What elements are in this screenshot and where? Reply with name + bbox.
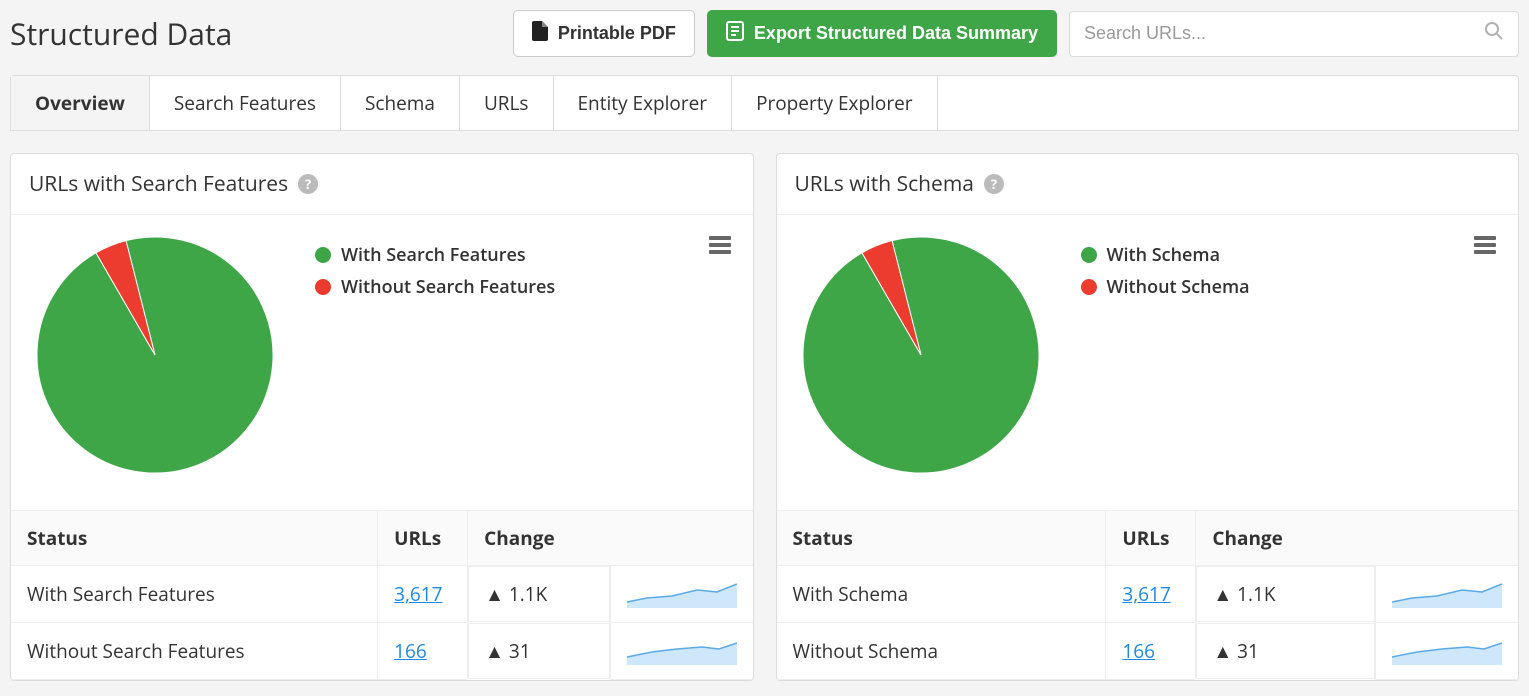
- url-count-link[interactable]: 166: [1122, 638, 1155, 664]
- col-change: Change: [1196, 511, 1518, 566]
- panel-title: URLs with Schema: [795, 170, 974, 198]
- sparkline: [610, 566, 753, 623]
- status-cell: Without Schema: [777, 623, 1106, 680]
- tab-overview[interactable]: Overview: [11, 76, 150, 130]
- legend-label: Without Search Features: [341, 275, 555, 299]
- tab-search-features[interactable]: Search Features: [150, 76, 341, 130]
- col-change: Change: [468, 511, 753, 566]
- change-cell: ▲ 31: [1196, 623, 1375, 679]
- change-cell: ▲ 1.1K: [468, 566, 609, 622]
- export-icon: [726, 21, 744, 46]
- status-cell: Without Search Features: [11, 623, 378, 680]
- url-count-link[interactable]: 166: [394, 638, 427, 664]
- sparkline: [1376, 623, 1519, 680]
- chart-menu-icon[interactable]: [709, 233, 731, 257]
- legend-dot-icon: [1081, 279, 1097, 295]
- pie-chart-search-features: [35, 235, 275, 480]
- legend-label: With Schema: [1107, 243, 1221, 267]
- tabs: Overview Search Features Schema URLs Ent…: [10, 75, 1519, 131]
- url-count-link[interactable]: 3,617: [394, 581, 442, 607]
- pie-chart-schema: [801, 235, 1041, 480]
- tab-schema[interactable]: Schema: [341, 76, 460, 130]
- search-icon: [1484, 21, 1504, 46]
- legend-dot-icon: [315, 279, 331, 295]
- tab-entity-explorer[interactable]: Entity Explorer: [554, 76, 733, 130]
- tab-urls[interactable]: URLs: [460, 76, 554, 130]
- printable-pdf-button[interactable]: Printable PDF: [513, 10, 695, 57]
- page-title: Structured Data: [10, 13, 232, 54]
- panel-search-features: URLs with Search Features ? With Search …: [10, 153, 754, 681]
- search-input[interactable]: [1084, 23, 1484, 44]
- url-count-link[interactable]: 3,617: [1122, 581, 1170, 607]
- sparkline: [610, 623, 753, 680]
- panel-schema: URLs with Schema ? With Schema Without S…: [776, 153, 1520, 681]
- stats-table: Status URLs Change With Search Features …: [11, 510, 753, 680]
- status-cell: With Schema: [777, 566, 1106, 623]
- col-urls: URLs: [1106, 511, 1196, 566]
- col-urls: URLs: [378, 511, 468, 566]
- chart-menu-icon[interactable]: [1474, 233, 1496, 257]
- help-icon[interactable]: ?: [298, 174, 318, 194]
- change-cell: ▲ 1.1K: [1196, 566, 1375, 622]
- export-summary-button[interactable]: Export Structured Data Summary: [707, 10, 1057, 57]
- tab-property-explorer[interactable]: Property Explorer: [732, 76, 937, 130]
- legend-label: With Search Features: [341, 243, 526, 267]
- col-status: Status: [11, 511, 378, 566]
- button-label: Export Structured Data Summary: [754, 23, 1038, 44]
- file-icon: [532, 21, 548, 46]
- col-status: Status: [777, 511, 1106, 566]
- legend-label: Without Schema: [1107, 275, 1250, 299]
- change-cell: ▲ 31: [468, 623, 609, 679]
- table-row: With Search Features 3,617 ▲ 1.1K: [11, 566, 753, 623]
- table-row: Without Search Features 166 ▲ 31: [11, 623, 753, 680]
- table-row: With Schema 3,617 ▲ 1.1K: [777, 566, 1519, 623]
- table-row: Without Schema 166 ▲ 31: [777, 623, 1519, 680]
- legend-item-with[interactable]: With Search Features: [315, 243, 729, 267]
- help-icon[interactable]: ?: [984, 174, 1004, 194]
- legend-dot-icon: [315, 247, 331, 263]
- legend-item-with[interactable]: With Schema: [1081, 243, 1495, 267]
- panel-title: URLs with Search Features: [29, 170, 288, 198]
- stats-table: Status URLs Change With Schema 3,617 ▲ 1…: [777, 510, 1519, 680]
- button-label: Printable PDF: [558, 23, 676, 44]
- search-box[interactable]: [1069, 11, 1519, 57]
- legend-item-without[interactable]: Without Search Features: [315, 275, 729, 299]
- status-cell: With Search Features: [11, 566, 378, 623]
- legend-item-without[interactable]: Without Schema: [1081, 275, 1495, 299]
- sparkline: [1376, 566, 1519, 623]
- legend-dot-icon: [1081, 247, 1097, 263]
